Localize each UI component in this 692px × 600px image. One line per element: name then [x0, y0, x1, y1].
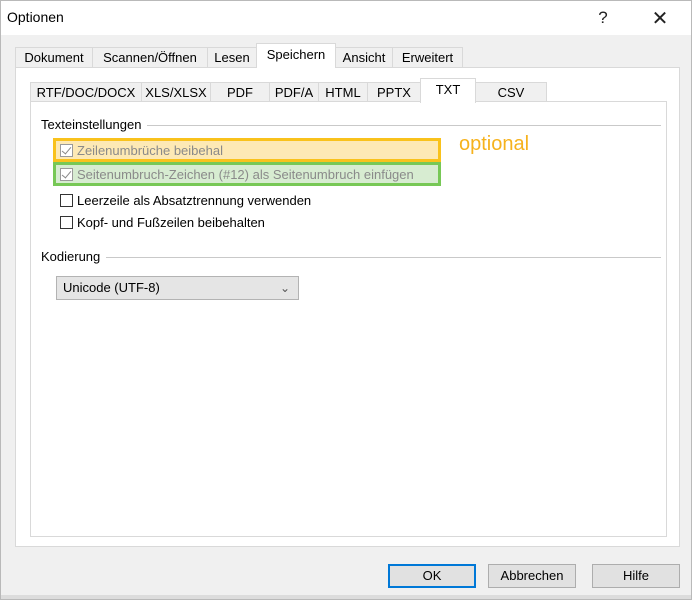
tab-csv[interactable]: CSV — [475, 82, 547, 102]
text-settings-label: Texteinstellungen — [41, 117, 148, 132]
tab-lesen[interactable]: Lesen — [207, 47, 257, 67]
tab-speichern[interactable]: Speichern — [256, 43, 336, 68]
optional-annotation: optional — [459, 133, 530, 155]
help-icon[interactable]: ? — [581, 5, 625, 31]
title-bar: Optionen ? ✕ — [1, 1, 691, 35]
save-settings-panel: RTF/DOC/DOCX XLS/XLSX PDF PDF/A HTML PPT… — [15, 67, 680, 547]
bottom-edge — [1, 595, 691, 599]
empty-line-paragraph-checkbox[interactable]: Leerzeile als Absatztrennung verwenden — [60, 190, 400, 210]
empty-line-paragraph-label: Leerzeile als Absatztrennung verwenden — [77, 192, 312, 208]
encoding-selected-value: Unicode (UTF-8) — [63, 280, 160, 295]
options-dialog: Optionen ? ✕ Dokument Scannen/Öffnen Les… — [0, 0, 692, 600]
tab-scannen-oeffnen[interactable]: Scannen/Öffnen — [92, 47, 208, 67]
checkbox-box — [60, 143, 73, 157]
encoding-divider — [41, 257, 661, 258]
tab-pdf-a[interactable]: PDF/A — [269, 82, 319, 102]
tab-erweitert[interactable]: Erweitert — [392, 47, 463, 67]
close-icon[interactable]: ✕ — [638, 5, 682, 31]
checkbox-box — [60, 193, 73, 207]
checkbox-box — [60, 215, 73, 229]
chevron-down-icon: ⌄ — [279, 281, 290, 295]
keep-line-breaks-label: Zeilenumbrüche beibehal — [77, 142, 223, 158]
page-break-char-checkbox[interactable]: Seitenumbruch-Zeichen (#12) als Seitenum… — [53, 162, 441, 186]
encoding-select[interactable]: Unicode (UTF-8) ⌄ — [56, 276, 299, 300]
tab-txt[interactable]: TXT — [420, 78, 476, 103]
dialog-title: Optionen — [7, 9, 64, 25]
keep-line-breaks-checkbox[interactable]: Zeilenumbrüche beibehal — [53, 138, 441, 162]
page-break-char-label: Seitenumbruch-Zeichen (#12) als Seitenum… — [77, 166, 414, 182]
keep-headers-footers-label: Kopf- und Fußzeilen beibehalten — [77, 214, 265, 230]
help-button[interactable]: Hilfe — [592, 564, 680, 588]
tab-dokument[interactable]: Dokument — [15, 47, 93, 67]
tab-pptx[interactable]: PPTX — [367, 82, 421, 102]
encoding-label: Kodierung — [41, 249, 107, 264]
tab-pdf[interactable]: PDF — [210, 82, 270, 102]
txt-settings-panel: Texteinstellungen Zeilenumbrüche beibeha… — [30, 101, 667, 537]
cancel-button[interactable]: Abbrechen — [488, 564, 576, 588]
checkbox-box — [60, 167, 73, 181]
tab-html[interactable]: HTML — [318, 82, 368, 102]
tab-rtf-doc-docx[interactable]: RTF/DOC/DOCX — [30, 82, 142, 102]
ok-button[interactable]: OK — [388, 564, 476, 588]
keep-headers-footers-checkbox[interactable]: Kopf- und Fußzeilen beibehalten — [60, 212, 360, 232]
tab-xls-xlsx[interactable]: XLS/XLSX — [141, 82, 211, 102]
tab-ansicht[interactable]: Ansicht — [335, 47, 393, 67]
